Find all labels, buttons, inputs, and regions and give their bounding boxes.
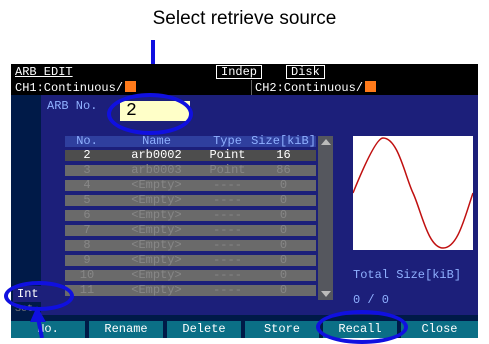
annotation-arrow-up [30, 306, 46, 338]
